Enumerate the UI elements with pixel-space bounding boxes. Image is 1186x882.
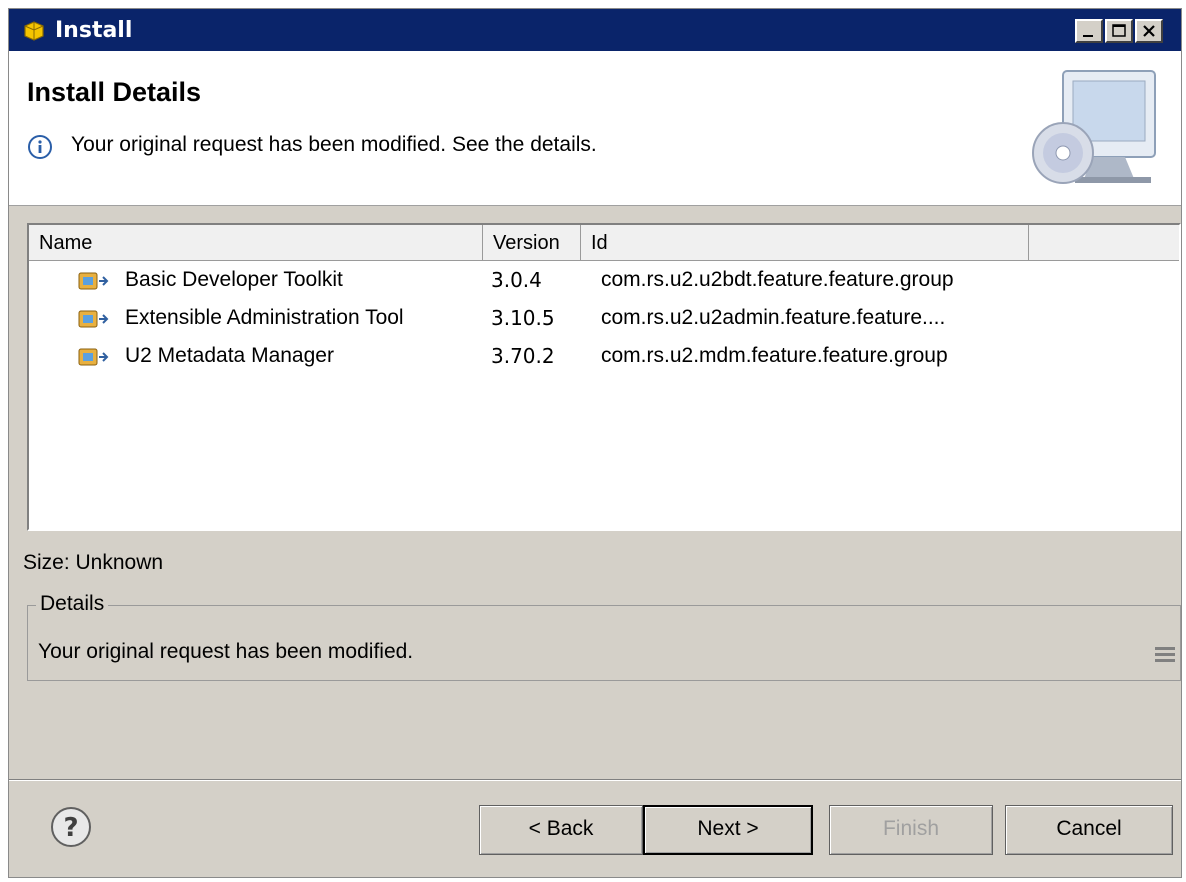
- maximize-button[interactable]: [1105, 19, 1133, 43]
- column-header-version[interactable]: Version: [483, 225, 581, 261]
- header-message: Your original request has been modified.…: [71, 133, 597, 156]
- install-dialog: Install Install Details Your original re…: [8, 8, 1182, 878]
- details-toggle-icon[interactable]: [1154, 644, 1176, 668]
- row-name: Basic Developer Toolkit: [125, 268, 343, 291]
- close-icon: [1143, 25, 1155, 37]
- title-bar[interactable]: Install: [9, 9, 1181, 51]
- details-text: Your original request has been modified.: [38, 640, 414, 663]
- next-button[interactable]: Next >: [643, 805, 813, 855]
- row-name: U2 Metadata Manager: [125, 344, 334, 367]
- minimize-button[interactable]: [1075, 19, 1103, 43]
- details-legend: Details: [36, 592, 109, 616]
- row-id: com.rs.u2.mdm.feature.feature.group: [601, 344, 948, 367]
- back-button[interactable]: < Back: [479, 805, 643, 855]
- help-icon[interactable]: ?: [49, 805, 93, 853]
- computer-cd-icon: [1023, 65, 1163, 199]
- column-header-id[interactable]: Id: [581, 225, 1029, 261]
- minimize-icon: [1083, 35, 1093, 37]
- row-version: 3.0.4: [491, 268, 542, 292]
- cancel-button[interactable]: Cancel: [1005, 805, 1173, 855]
- maximize-icon: [1112, 24, 1126, 37]
- window-title: Install: [55, 18, 133, 43]
- install-items-table[interactable]: Name Version Id Basic Developer Toolkit …: [27, 223, 1181, 531]
- feature-plugin-icon: [77, 344, 117, 368]
- row-version: 3.70.2: [491, 344, 555, 368]
- info-icon: [27, 134, 53, 164]
- table-header: Name Version Id: [29, 225, 1179, 261]
- column-header-name[interactable]: Name: [29, 225, 483, 261]
- table-row[interactable]: Basic Developer Toolkit 3.0.4 com.rs.u2.…: [29, 261, 1179, 299]
- svg-text:?: ?: [63, 813, 78, 843]
- page-title: Install Details: [27, 77, 202, 107]
- close-button[interactable]: [1135, 19, 1163, 43]
- row-name: Extensible Administration Tool: [125, 306, 404, 329]
- button-bar-separator: [9, 779, 1181, 781]
- feature-plugin-icon: [77, 268, 117, 292]
- row-version: 3.10.5: [491, 306, 555, 330]
- details-group: Details Your original request has been m…: [27, 592, 1181, 681]
- install-package-icon: [21, 20, 47, 46]
- table-row[interactable]: U2 Metadata Manager 3.70.2 com.rs.u2.mdm…: [29, 337, 1179, 375]
- table-row[interactable]: Extensible Administration Tool 3.10.5 co…: [29, 299, 1179, 337]
- row-id: com.rs.u2.u2admin.feature.feature....: [601, 306, 946, 329]
- size-label: Size: Unknown: [23, 551, 164, 574]
- feature-plugin-icon: [77, 306, 117, 330]
- column-header-filler: [1029, 225, 1179, 261]
- finish-button[interactable]: Finish: [829, 805, 993, 855]
- row-id: com.rs.u2.u2bdt.feature.feature.group: [601, 268, 954, 291]
- header-banner: Install Details Your original request ha…: [9, 51, 1181, 206]
